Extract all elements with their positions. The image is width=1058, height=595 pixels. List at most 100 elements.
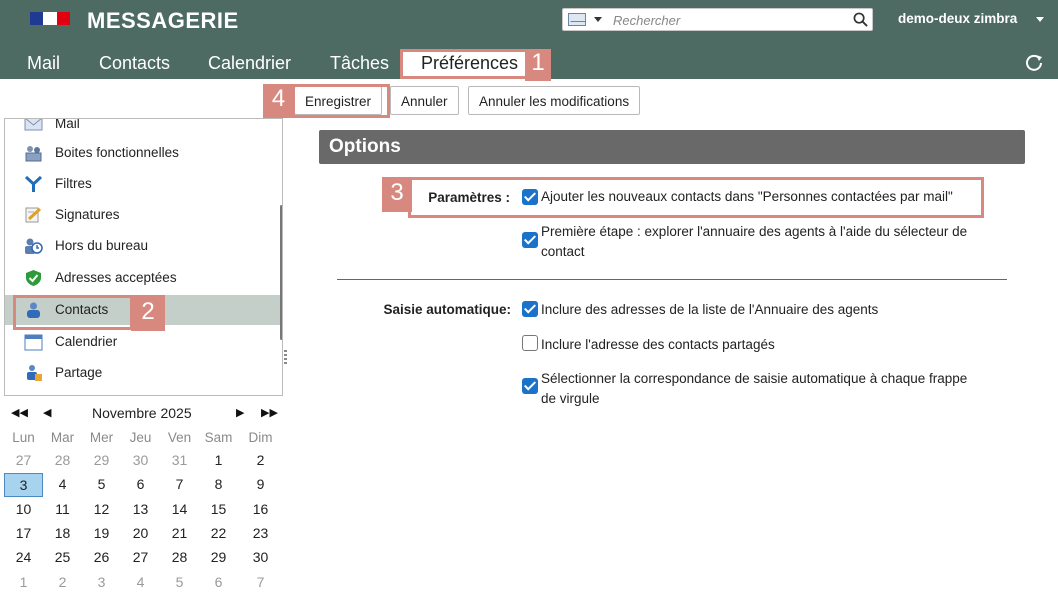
panel-splitter-handle[interactable] xyxy=(284,350,287,364)
sidebar-item-label: Calendrier xyxy=(55,334,118,349)
sidebar-item-sharing[interactable]: Partage xyxy=(5,358,282,388)
next-month-icon[interactable]: ▶ xyxy=(236,406,244,419)
sidebar-item-mail[interactable]: Mail xyxy=(5,118,282,139)
first-step-label-line2: contact xyxy=(541,244,585,259)
calendar-day[interactable]: 11 xyxy=(43,498,82,522)
calendar-day[interactable]: 5 xyxy=(82,473,121,497)
calendar-day[interactable]: 4 xyxy=(121,571,160,595)
include-shared-checkbox[interactable] xyxy=(522,335,538,351)
french-flag-logo xyxy=(30,12,70,25)
search-scope-dropdown-icon[interactable] xyxy=(594,17,602,22)
calendar-day[interactable]: 6 xyxy=(199,571,238,595)
calendar-weekday: Sam xyxy=(204,430,233,445)
sidebar-item-calendar[interactable]: Calendrier xyxy=(5,327,282,357)
calendar-weekday: Mer xyxy=(89,430,114,445)
header-bar: MESSAGERIE Rechercher demo-deux zimbra xyxy=(0,0,1058,44)
calendar-day[interactable]: 25 xyxy=(43,546,82,570)
tab-mail[interactable]: Mail xyxy=(27,53,60,74)
tab-contacts[interactable]: Contacts xyxy=(99,53,170,74)
calendar-day[interactable]: 31 xyxy=(160,449,199,473)
calendar-weekday: Jeu xyxy=(129,430,152,445)
calendar-weekday: Ven xyxy=(167,430,192,445)
calendar-day[interactable]: 21 xyxy=(160,522,199,546)
calendar-day[interactable]: 3 xyxy=(4,473,43,497)
sidebar-item-signatures[interactable]: Signatures xyxy=(5,200,282,230)
out-of-office-icon xyxy=(25,238,43,254)
calendar-day[interactable]: 28 xyxy=(43,449,82,473)
revert-changes-button[interactable]: Annuler les modifications xyxy=(468,86,641,115)
calendar-day[interactable]: 9 xyxy=(241,473,280,497)
sidebar-item-filters[interactable]: Filtres xyxy=(5,169,282,199)
user-menu-caret-icon[interactable] xyxy=(1036,17,1044,22)
calendar-day[interactable]: 30 xyxy=(121,449,160,473)
calendar-weekday: Lun xyxy=(12,430,35,445)
calendar-day[interactable]: 19 xyxy=(82,522,121,546)
next-year-icon[interactable]: ▶▶ xyxy=(261,406,278,419)
app-title: MESSAGERIE xyxy=(87,8,239,33)
tree-scrollbar[interactable] xyxy=(280,205,282,340)
select-match-checkbox[interactable] xyxy=(522,378,538,394)
calendar-day[interactable]: 8 xyxy=(199,473,238,497)
calendar-weekday: Mar xyxy=(50,430,75,445)
calendar-day[interactable]: 4 xyxy=(43,473,82,497)
sidebar-item-label: Mail xyxy=(55,118,80,131)
calendar-day[interactable]: 3 xyxy=(82,571,121,595)
sidebar-item-accepted-addresses[interactable]: Adresses acceptées xyxy=(5,263,282,293)
refresh-icon[interactable] xyxy=(1024,52,1044,72)
calendar-day[interactable]: 28 xyxy=(160,546,199,570)
calendar-day[interactable]: 2 xyxy=(43,571,82,595)
calendar-day[interactable]: 12 xyxy=(82,498,121,522)
options-header: Options xyxy=(319,130,1025,164)
calendar-day[interactable]: 1 xyxy=(4,571,43,595)
cancel-button[interactable]: Annuler xyxy=(390,86,459,115)
calendar-day[interactable]: 24 xyxy=(4,546,43,570)
calendar-day[interactable]: 23 xyxy=(241,522,280,546)
sidebar-item-out-of-office[interactable]: Hors du bureau xyxy=(5,231,282,261)
calendar-day[interactable]: 10 xyxy=(4,498,43,522)
calendar-day[interactable]: 14 xyxy=(160,498,199,522)
calendar-day[interactable]: 18 xyxy=(43,522,82,546)
calendar-day[interactable]: 30 xyxy=(241,546,280,570)
filter-icon xyxy=(24,175,43,192)
annotation-badge-1: 1 xyxy=(525,49,551,81)
prev-year-icon[interactable]: ◀◀ xyxy=(11,406,28,419)
include-directory-checkbox[interactable] xyxy=(522,301,538,317)
calendar-day[interactable]: 29 xyxy=(82,449,121,473)
calendar-day[interactable]: 6 xyxy=(121,473,160,497)
prev-month-icon[interactable]: ◀ xyxy=(43,406,51,419)
user-menu[interactable]: demo-deux zimbra xyxy=(898,11,1017,26)
select-match-label-line1: Sélectionner la correspondance de saisie… xyxy=(541,371,968,386)
calendar-day[interactable]: 17 xyxy=(4,522,43,546)
annotation-highlight-1 xyxy=(400,49,528,79)
calendar-day[interactable]: 27 xyxy=(121,546,160,570)
calendar-day[interactable]: 1 xyxy=(199,449,238,473)
tab-calendar[interactable]: Calendrier xyxy=(208,53,291,74)
search-input[interactable]: Rechercher xyxy=(613,13,680,28)
annotation-badge-3: 3 xyxy=(382,177,412,212)
calendar-day[interactable]: 15 xyxy=(199,498,238,522)
calendar-day[interactable]: 26 xyxy=(82,546,121,570)
calendar-day[interactable]: 27 xyxy=(4,449,43,473)
tab-tasks[interactable]: Tâches xyxy=(330,53,389,74)
search-icon[interactable] xyxy=(853,12,868,27)
signature-icon xyxy=(25,207,42,223)
first-step-checkbox[interactable] xyxy=(522,232,538,248)
calendar-day[interactable]: 7 xyxy=(160,473,199,497)
calendar-day[interactable]: 2 xyxy=(241,449,280,473)
calendar-day[interactable]: 13 xyxy=(121,498,160,522)
calendar-day[interactable]: 20 xyxy=(121,522,160,546)
sidebar-item-shared-mailboxes[interactable]: Boites fonctionnelles xyxy=(5,138,282,168)
calendar-day[interactable]: 29 xyxy=(199,546,238,570)
calendar-month-title: Novembre 2025 xyxy=(92,405,192,421)
first-step-label-line1: Première étape : explorer l'annuaire des… xyxy=(541,224,968,239)
include-shared-label: Inclure l'adresse des contacts partagés xyxy=(541,337,775,352)
annotation-badge-2: 2 xyxy=(131,295,165,331)
search-box[interactable]: Rechercher xyxy=(562,8,873,31)
calendar-day[interactable]: 5 xyxy=(160,571,199,595)
annotation-highlight-4 xyxy=(292,84,390,118)
calendar-day[interactable]: 7 xyxy=(241,571,280,595)
calendar-day[interactable]: 22 xyxy=(199,522,238,546)
envelope-icon[interactable] xyxy=(568,13,586,26)
sidebar-item-label: Boites fonctionnelles xyxy=(55,145,179,160)
calendar-day[interactable]: 16 xyxy=(241,498,280,522)
